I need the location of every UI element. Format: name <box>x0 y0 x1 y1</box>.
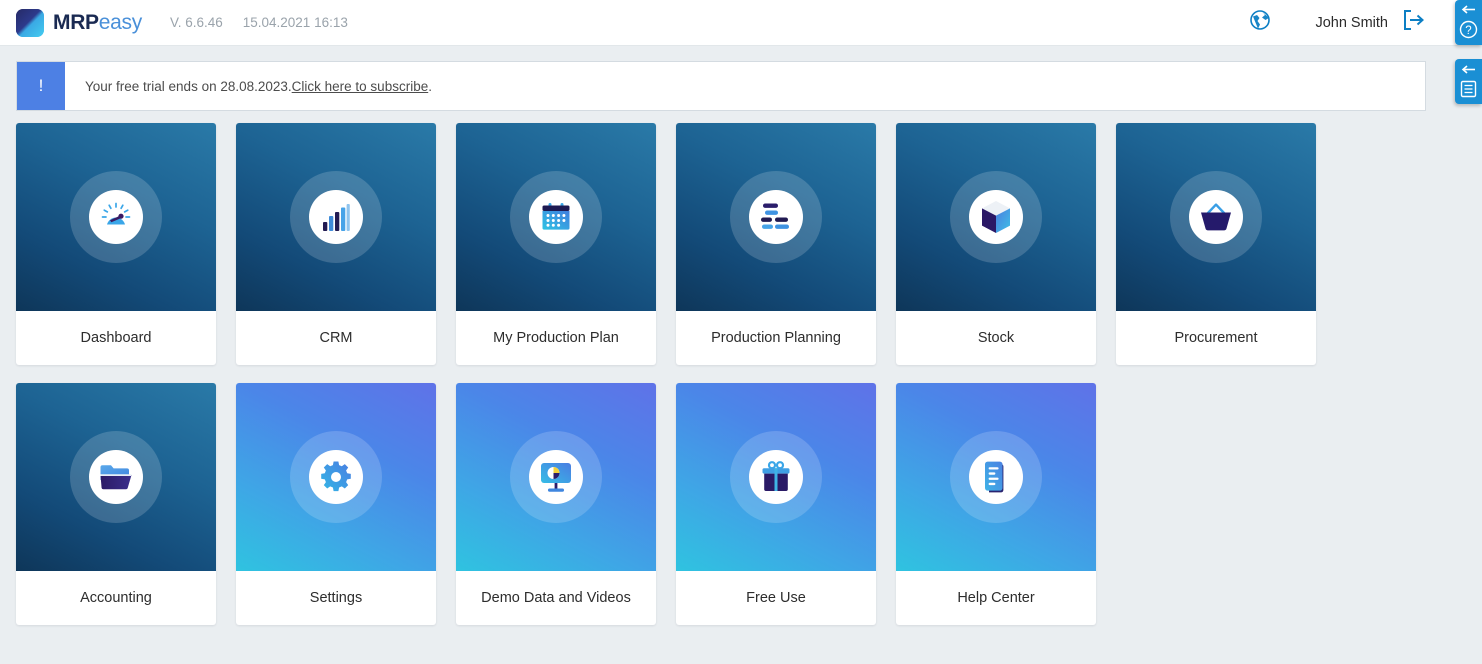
header-right-group: John Smith <box>1249 9 1426 36</box>
trial-banner-text: Your free trial ends on 28.08.2023. Clic… <box>65 62 432 110</box>
calendar-icon <box>540 201 572 233</box>
tile-artwork <box>676 123 876 311</box>
document-pages-icon <box>981 460 1011 494</box>
logo-text-easy: easy <box>99 11 142 34</box>
tile-label: CRM <box>236 311 436 365</box>
module-tile[interactable]: Stock <box>896 123 1096 365</box>
user-name[interactable]: John Smith <box>1315 15 1388 31</box>
tile-artwork <box>456 383 656 571</box>
gift-box-icon <box>760 461 792 493</box>
module-tile[interactable]: My Production Plan <box>456 123 656 365</box>
tile-artwork <box>896 123 1096 311</box>
question-mark-circle-icon: ? <box>1459 20 1478 44</box>
tile-icon-halo <box>950 431 1042 523</box>
tile-icon-halo <box>70 431 162 523</box>
logout-icon[interactable] <box>1402 9 1426 36</box>
tile-icon-halo <box>510 171 602 263</box>
tile-artwork <box>896 383 1096 571</box>
tile-icon-disc <box>529 450 583 504</box>
trial-banner: ! Your free trial ends on 28.08.2023. Cl… <box>16 61 1426 111</box>
tile-label: Settings <box>236 571 436 625</box>
trial-banner-period: . <box>428 79 432 94</box>
tile-icon-halo <box>950 171 1042 263</box>
tile-artwork <box>236 123 436 311</box>
tile-label: Free Use <box>676 571 876 625</box>
module-tile-grid: Dashboard CRM <box>16 123 1336 643</box>
app-header: MRPeasy V. 6.6.46 15.04.2021 16:13 John … <box>0 0 1482 46</box>
cube-box-icon <box>980 200 1012 234</box>
tile-icon-disc <box>89 450 143 504</box>
logo-text-mrp: MRP <box>53 11 99 34</box>
tile-label: Accounting <box>16 571 216 625</box>
app-logo[interactable]: MRPeasy <box>16 9 142 37</box>
tile-artwork <box>456 123 656 311</box>
globe-icon[interactable] <box>1249 9 1271 36</box>
tile-icon-halo <box>730 171 822 263</box>
gauge-speedometer-icon <box>98 199 134 235</box>
tile-artwork <box>16 123 216 311</box>
tile-label: Procurement <box>1116 311 1316 365</box>
tile-label: Stock <box>896 311 1096 365</box>
arrow-left-icon <box>1461 1 1477 19</box>
svg-text:?: ? <box>1465 25 1471 37</box>
logo-wordmark: MRPeasy <box>53 11 142 35</box>
tile-icon-disc <box>969 190 1023 244</box>
gantt-chart-icon <box>759 202 793 232</box>
tile-artwork <box>236 383 436 571</box>
tile-label: Demo Data and Videos <box>456 571 656 625</box>
exclamation-icon: ! <box>17 62 65 110</box>
tile-icon-halo <box>290 171 382 263</box>
module-tile[interactable]: Free Use <box>676 383 876 625</box>
form-list-icon <box>1460 80 1477 103</box>
tile-icon-disc <box>89 190 143 244</box>
tile-artwork <box>676 383 876 571</box>
shopping-basket-icon <box>1199 202 1233 232</box>
arrow-left-icon <box>1461 61 1477 79</box>
tile-icon-disc <box>529 190 583 244</box>
app-version: V. 6.6.46 <box>170 15 223 30</box>
side-tab-group: ? <box>1455 0 1482 104</box>
help-side-tab[interactable]: ? <box>1455 0 1482 45</box>
module-tile[interactable]: Settings <box>236 383 436 625</box>
tile-label: Production Planning <box>676 311 876 365</box>
feedback-side-tab[interactable] <box>1455 59 1482 104</box>
tile-artwork <box>1116 123 1316 311</box>
current-datetime: 15.04.2021 16:13 <box>243 15 348 30</box>
tile-icon-disc <box>749 190 803 244</box>
module-tile[interactable]: CRM <box>236 123 436 365</box>
tile-label: Help Center <box>896 571 1096 625</box>
module-tile[interactable]: Dashboard <box>16 123 216 365</box>
tile-icon-disc <box>969 450 1023 504</box>
tile-icon-disc <box>1189 190 1243 244</box>
tile-icon-disc <box>749 450 803 504</box>
tile-icon-disc <box>309 190 363 244</box>
tile-label: Dashboard <box>16 311 216 365</box>
open-folder-icon <box>99 463 133 491</box>
gear-icon <box>319 460 353 494</box>
tile-icon-halo <box>1170 171 1262 263</box>
module-tile[interactable]: Procurement <box>1116 123 1316 365</box>
trial-banner-message: Your free trial ends on 28.08.2023. <box>85 79 292 94</box>
module-tile[interactable]: Production Planning <box>676 123 876 365</box>
tile-artwork <box>16 383 216 571</box>
bar-chart-icon <box>320 201 352 233</box>
tile-icon-halo <box>70 171 162 263</box>
tile-label: My Production Plan <box>456 311 656 365</box>
tile-icon-disc <box>309 450 363 504</box>
tile-icon-halo <box>730 431 822 523</box>
mrpeasy-logo-mark <box>16 9 44 37</box>
module-tile[interactable]: Demo Data and Videos <box>456 383 656 625</box>
module-tile[interactable]: Help Center <box>896 383 1096 625</box>
tile-icon-halo <box>290 431 382 523</box>
module-tile[interactable]: Accounting <box>16 383 216 625</box>
tile-icon-halo <box>510 431 602 523</box>
presentation-chart-icon <box>539 461 573 493</box>
subscribe-link[interactable]: Click here to subscribe <box>292 79 429 94</box>
